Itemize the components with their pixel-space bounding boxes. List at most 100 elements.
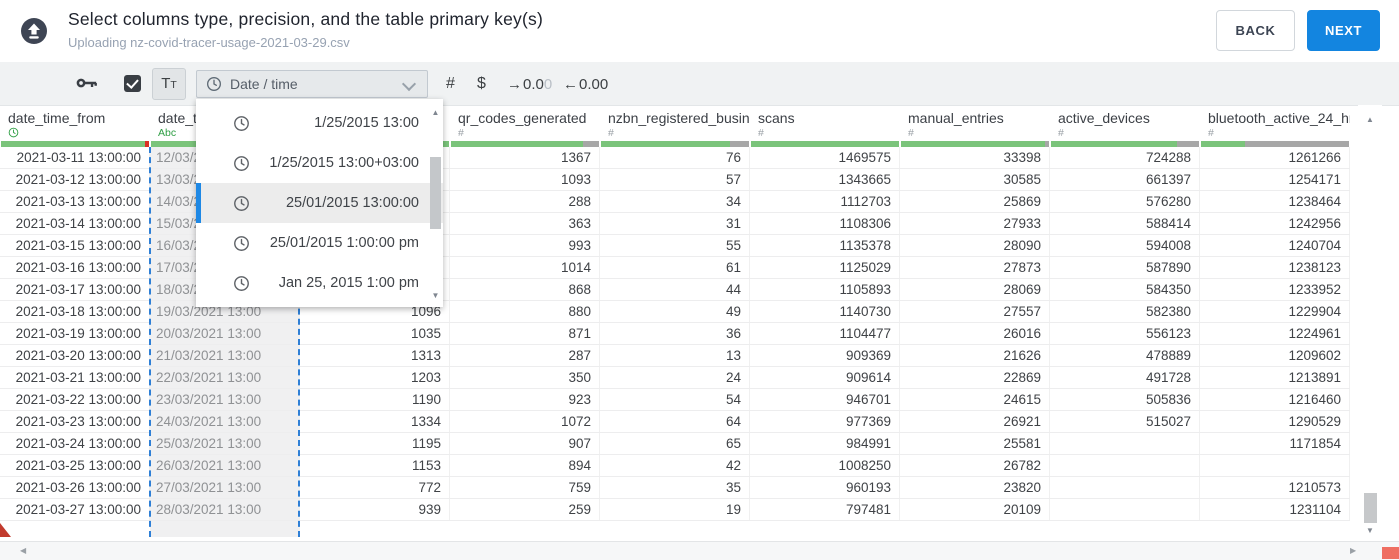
next-button[interactable]: NEXT xyxy=(1307,10,1380,51)
column-name: active_devices xyxy=(1058,110,1150,126)
text-type-button[interactable]: TT xyxy=(152,68,186,100)
table-cell: 2021-03-21 13:00:00 xyxy=(0,367,150,388)
table-cell: 582380 xyxy=(1050,301,1200,322)
date-format-option[interactable]: 1/25/2015 13:00+03:00 xyxy=(196,143,443,183)
date-format-option[interactable]: 1/25/2015 13:00 xyxy=(196,103,443,143)
table-cell: 1035 xyxy=(300,323,450,344)
column-header-manual_entries[interactable]: manual_entries # xyxy=(900,105,1050,147)
text-type-small-t: T xyxy=(170,79,177,91)
table-cell: 2021-03-27 13:00:00 xyxy=(0,499,150,520)
dropdown-scrollbar[interactable]: ▲ ▼ xyxy=(428,99,443,307)
table-cell: 1195 xyxy=(300,433,450,454)
date-format-label: Jan 25, 2015 1:00 pm xyxy=(278,275,419,291)
table-cell: 2021-03-14 13:00:00 xyxy=(0,213,150,234)
vertical-scrollbar-thumb[interactable] xyxy=(1364,493,1377,523)
table-cell: 1135378 xyxy=(750,235,900,256)
column-header-scans[interactable]: scans # xyxy=(750,105,900,147)
table-cell: 1112703 xyxy=(750,191,900,212)
table-cell: 909369 xyxy=(750,345,900,366)
column-subtype xyxy=(0,127,150,140)
table-cell: 28/03/2021 13:00 xyxy=(156,502,262,517)
date-format-option[interactable]: 25/01/2015 13:00:00 xyxy=(196,183,443,223)
table-cell: 1108306 xyxy=(750,213,900,234)
back-button[interactable]: BACK xyxy=(1216,10,1295,51)
scroll-up-icon[interactable]: ▲ xyxy=(1358,115,1382,124)
column-subtype: # xyxy=(758,127,764,139)
table-cell: 907 xyxy=(450,433,600,454)
table-cell: 2021-03-25 13:00:00 xyxy=(0,455,150,476)
scroll-down-icon[interactable]: ▼ xyxy=(1358,526,1382,535)
table-cell: 28090 xyxy=(900,235,1050,256)
upload-icon xyxy=(20,17,48,45)
table-cell: 984991 xyxy=(750,433,900,454)
number-type-button[interactable]: # xyxy=(446,75,455,93)
table-cell: 350 xyxy=(450,367,600,388)
scroll-right-icon[interactable]: ▶ xyxy=(1350,546,1356,555)
vertical-scrollbar[interactable]: ▲ ▼ xyxy=(1358,105,1382,541)
table-cell: 28069 xyxy=(900,279,1050,300)
table-cell: 2021-03-19 13:00:00 xyxy=(0,323,150,344)
table-cell: 2021-03-24 13:00:00 xyxy=(0,433,150,454)
column-header-date_time_from[interactable]: date_time_from xyxy=(0,105,150,147)
clock-icon xyxy=(234,195,249,211)
decrease-decimal-button[interactable]: ←0.00 xyxy=(563,76,608,93)
scroll-up-icon[interactable]: ▲ xyxy=(430,108,441,117)
table-cell: 2021-03-26 13:00:00 xyxy=(0,477,150,498)
table-cell: 1072 xyxy=(450,411,600,432)
table-cell: 65 xyxy=(600,433,750,454)
table-cell: 27/03/2021 13:00 xyxy=(156,480,262,495)
currency-type-button[interactable]: $ xyxy=(477,75,486,93)
date-format-option-list: 1/25/2015 13:00 1/25/2015 13:00+03:00 25/0… xyxy=(196,103,443,303)
table-cell: 55 xyxy=(600,235,750,256)
table-cell: 1238123 xyxy=(1200,257,1350,278)
column-header-qr_codes_generated[interactable]: qr_codes_generated # xyxy=(450,105,600,147)
table-cell: 1469575 xyxy=(750,147,900,168)
column-name: nzbn_registered_busine xyxy=(608,110,750,126)
column-header-active_devices[interactable]: active_devices # xyxy=(1050,105,1200,147)
scroll-left-icon[interactable]: ◀ xyxy=(20,546,26,555)
date-format-label: 1/25/2015 13:00+03:00 xyxy=(269,155,419,171)
table-cell: 1367 xyxy=(450,147,600,168)
table-cell: 20109 xyxy=(900,499,1050,520)
table-cell: 1261266 xyxy=(1200,147,1350,168)
page-title: Select columns type, precision, and the … xyxy=(68,9,543,29)
column-header-bluetooth_active_24_hr_[interactable]: bluetooth_active_24_hr_ # xyxy=(1200,105,1350,147)
table-cell: 288 xyxy=(450,191,600,212)
table-cell: 923 xyxy=(450,389,600,410)
table-cell: 939 xyxy=(300,499,450,520)
table-cell: 1125029 xyxy=(750,257,900,278)
table-cell: 31 xyxy=(600,213,750,234)
table-cell: 1213891 xyxy=(1200,367,1350,388)
date-format-select[interactable]: Date / time xyxy=(196,70,428,98)
increase-decimal-button[interactable]: →0.00 xyxy=(507,76,552,93)
table-row: 2021-03-25 13:00:00 26/03/2021 13:00 1153 8… xyxy=(0,455,1350,477)
table-cell: 1104477 xyxy=(750,323,900,344)
table-cell: 1190 xyxy=(300,389,450,410)
date-format-option[interactable]: Jan 25, 2015 1:00 pm xyxy=(196,263,443,303)
table-cell: 1343665 xyxy=(750,169,900,190)
increase-decimal-faded-digit: 0 xyxy=(543,76,553,93)
table-row: 2021-03-19 13:00:00 20/03/2021 13:00 1035 8… xyxy=(0,323,1350,345)
table-cell: 76 xyxy=(600,147,750,168)
table-cell: 13 xyxy=(600,345,750,366)
date-format-label: 25/01/2015 13:00:00 xyxy=(285,195,419,211)
date-format-option[interactable]: 25/01/2015 1:00:00 pm xyxy=(196,223,443,263)
table-cell: 894 xyxy=(450,455,600,476)
include-column-checkbox[interactable] xyxy=(124,75,141,92)
primary-key-icon[interactable] xyxy=(76,76,98,95)
table-cell xyxy=(1050,455,1200,476)
clock-icon xyxy=(234,275,249,291)
right-arrow-icon: → xyxy=(507,76,522,93)
horizontal-scrollbar[interactable]: ◀ ▶ xyxy=(0,541,1399,560)
table-cell: 25/03/2021 13:00 xyxy=(156,436,262,451)
table-cell: 797481 xyxy=(750,499,900,520)
column-header-nzbn_registered_busine[interactable]: nzbn_registered_busine # xyxy=(600,105,750,147)
scroll-down-icon[interactable]: ▼ xyxy=(430,291,441,300)
table-cell: 724288 xyxy=(1050,147,1200,168)
table-row: 2021-03-23 13:00:00 24/03/2021 13:00 1334 1… xyxy=(0,411,1350,433)
table-cell: 1216460 xyxy=(1200,389,1350,410)
dropdown-scrollbar-thumb[interactable] xyxy=(430,157,441,229)
table-row: 2021-03-24 13:00:00 25/03/2021 13:00 1195 9… xyxy=(0,433,1350,455)
table-cell: 1290529 xyxy=(1200,411,1350,432)
table-cell: 1231104 xyxy=(1200,499,1350,520)
